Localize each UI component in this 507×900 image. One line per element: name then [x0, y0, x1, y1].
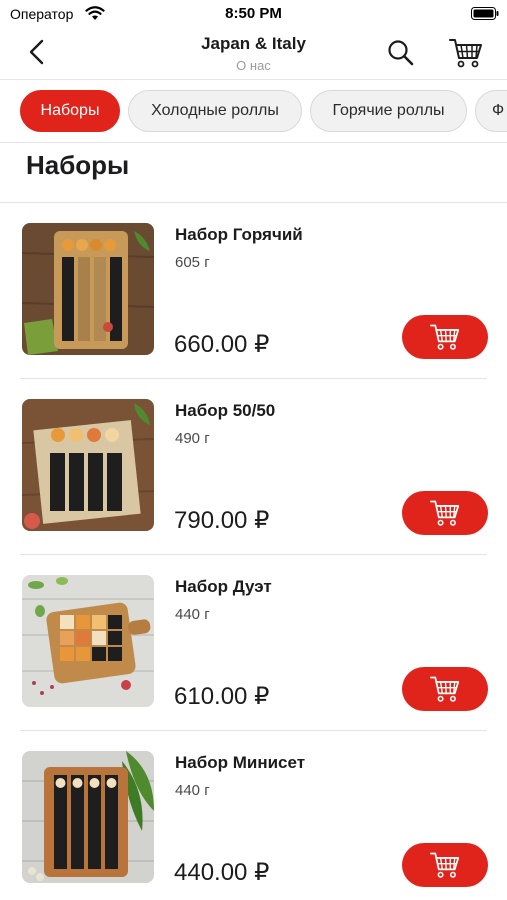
nav-title: Japan & Italy	[201, 34, 306, 53]
sushi-set-photo	[22, 399, 154, 531]
product-weight: 440 г	[175, 782, 210, 799]
product-weight: 490 г	[175, 430, 210, 447]
product-price: 610.00 ₽	[174, 683, 270, 710]
battery-icon	[471, 7, 499, 20]
sushi-set-photo	[22, 223, 154, 355]
cart-icon	[430, 324, 460, 350]
clock: 8:50 PM	[225, 5, 282, 22]
cart-icon	[430, 676, 460, 702]
chevron-left-icon[interactable]	[22, 36, 54, 68]
tab-hot-rolls[interactable]: Горячие роллы	[310, 90, 467, 132]
tab-next-category[interactable]: Ф	[475, 90, 507, 132]
nav-bar: Japan & Italy О нас	[0, 28, 507, 80]
product-price: 660.00 ₽	[174, 331, 270, 358]
product-name: Набор Горячий	[175, 225, 303, 244]
product-price: 440.00 ₽	[174, 859, 270, 886]
product-weight: 605 г	[175, 254, 210, 271]
product-card[interactable]: Набор Дуэт 440 г 610.00 ₽	[0, 555, 507, 731]
add-to-cart-button[interactable]	[402, 667, 488, 711]
tab-cold-rolls[interactable]: Холодные роллы	[128, 90, 302, 132]
sushi-set-photo	[22, 751, 154, 883]
add-to-cart-button[interactable]	[402, 315, 488, 359]
product-name: Набор Дуэт	[175, 577, 272, 596]
cart-icon[interactable]	[448, 36, 484, 70]
product-name: Набор Минисет	[175, 753, 306, 772]
product-card[interactable]: Набор Минисет 440 г 440.00 ₽	[0, 731, 507, 900]
product-name: Набор 50/50	[175, 401, 276, 420]
about-link[interactable]: О нас	[140, 58, 367, 73]
search-icon[interactable]	[386, 38, 416, 68]
tab-sets[interactable]: Наборы	[20, 90, 120, 132]
category-tabs: Наборы Холодные роллы Горячие роллы Ф	[0, 80, 507, 143]
product-price: 790.00 ₽	[174, 507, 270, 534]
product-weight: 440 г	[175, 606, 210, 623]
cart-icon	[430, 500, 460, 526]
status-bar: Оператор 8:50 PM	[0, 0, 507, 28]
nav-title-group[interactable]: Japan & Italy О нас	[140, 34, 367, 73]
section-title: Наборы	[26, 150, 130, 180]
product-card[interactable]: Набор Горячий 605 г 660.00 ₽	[0, 203, 507, 379]
cart-icon	[430, 852, 460, 878]
product-card[interactable]: Набор 50/50 490 г 790.00 ₽	[0, 379, 507, 555]
sushi-set-photo	[22, 575, 154, 707]
add-to-cart-button[interactable]	[402, 843, 488, 887]
add-to-cart-button[interactable]	[402, 491, 488, 535]
